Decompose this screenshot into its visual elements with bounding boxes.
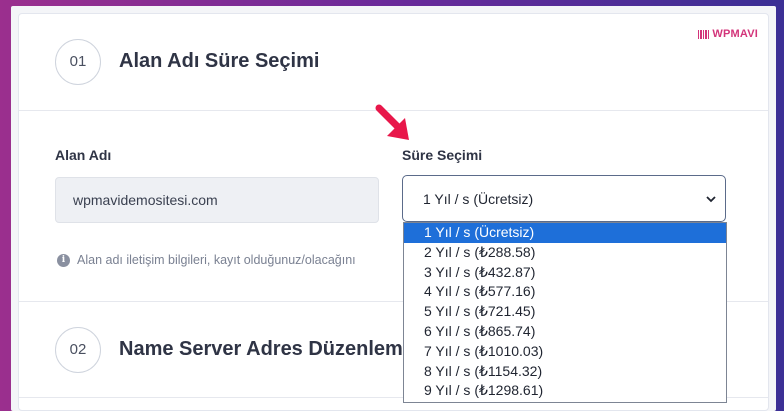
dropdown-option[interactable]: 3 Yıl / s (₺432.87) — [404, 263, 726, 283]
dropdown-option[interactable]: 5 Yıl / s (₺721.45) — [404, 302, 726, 322]
info-icon: i — [57, 253, 70, 267]
dropdown-option[interactable]: 1 Yıl / s (Ücretsiz) — [404, 223, 726, 243]
step-number-1: 01 — [55, 38, 101, 85]
step-number-2: 02 — [55, 326, 101, 373]
dropdown-option[interactable]: 4 Yıl / s (₺577.16) — [404, 282, 726, 302]
dropdown-option[interactable]: 8 Yıl / s (₺1154.32) — [404, 362, 726, 382]
section-1-title: Alan Adı Süre Seçimi — [119, 50, 320, 72]
domain-settings-panel: WPMAVI 01 Alan Adı Süre Seçimi Alan Adı … — [18, 13, 769, 411]
section-2-title: Name Server Adres Düzenleme — [119, 338, 414, 360]
info-text: Alan adı iletişim bilgileri, kayıt olduğ… — [77, 253, 356, 267]
chevron-down-icon — [706, 196, 716, 203]
duration-select[interactable]: 1 Yıl / s (Ücretsiz) — [402, 175, 726, 222]
pointer-arrow-icon — [375, 104, 409, 140]
duration-select-value: 1 Yıl / s (Ücretsiz) — [423, 190, 534, 207]
domain-label: Alan Adı — [55, 147, 112, 163]
dropdown-option[interactable]: 6 Yıl / s (₺865.74) — [404, 322, 726, 342]
duration-dropdown-list[interactable]: 1 Yıl / s (Ücretsiz) 2 Yıl / s (₺288.58) 3… — [403, 222, 727, 403]
domain-field[interactable]: wpmavidemositesi.com — [55, 177, 379, 223]
section-1-header: 01 Alan Adı Süre Seçimi — [19, 14, 768, 109]
dropdown-option[interactable]: 7 Yıl / s (₺1010.03) — [404, 342, 726, 362]
page-frame: WPMAVI 01 Alan Adı Süre Seçimi Alan Adı … — [11, 6, 776, 411]
duration-label: Süre Seçimi — [402, 147, 483, 163]
dropdown-option[interactable]: 9 Yıl / s (₺1298.61) — [404, 381, 726, 401]
dropdown-option[interactable]: 2 Yıl / s (₺288.58) — [404, 243, 726, 263]
info-note: i Alan adı iletişim bilgileri, kayıt old… — [57, 253, 356, 267]
